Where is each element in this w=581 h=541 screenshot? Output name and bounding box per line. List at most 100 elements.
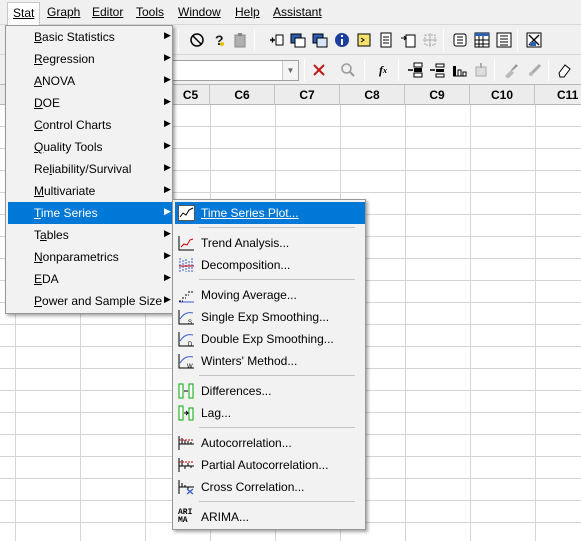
move-columns-icon[interactable] (472, 61, 490, 79)
close-graphs-icon[interactable] (525, 31, 543, 49)
toolbar-separator (304, 59, 305, 81)
show-session-icon[interactable] (495, 31, 513, 49)
submenu-arrow-icon: ▶ (164, 294, 171, 304)
ts-menu-item-time-series-plot[interactable]: Time Series Plot... (175, 202, 365, 224)
menu-window[interactable]: Window (177, 5, 222, 19)
ts-menu-item-double-exp-smoothing[interactable]: D Double Exp Smoothing... (175, 328, 365, 350)
toolbar-separator (443, 29, 444, 51)
set-id-icon[interactable] (526, 61, 544, 79)
worksheet-icon[interactable] (289, 31, 307, 49)
help-icon[interactable]: ? (210, 31, 228, 49)
column-header-c11[interactable]: C11 (535, 85, 581, 105)
stat-menu-item-doe[interactable]: DOE ▶ (8, 92, 172, 114)
column-selector-combo[interactable]: ▼ (172, 60, 299, 81)
submenu-arrow-icon: ▶ (164, 140, 171, 150)
menu-tools[interactable]: Tools (135, 5, 165, 19)
eraser-icon[interactable] (555, 61, 573, 79)
info-icon[interactable] (333, 31, 351, 49)
clipboard-icon[interactable] (231, 31, 249, 49)
menu-separator (199, 375, 355, 376)
trend-analysis-icon (178, 235, 195, 251)
report-pad-icon[interactable] (377, 31, 395, 49)
history-icon[interactable] (355, 31, 373, 49)
stat-menu-item-quality-tools[interactable]: Quality Tools ▶ (8, 136, 172, 158)
stat-menu-item-anova[interactable]: ANOVA ▶ (8, 70, 172, 92)
related-documents-icon[interactable] (399, 31, 417, 49)
submenu-arrow-icon: ▶ (164, 96, 171, 106)
stat-menu-item-multivariate[interactable]: Multivariate ▶ (8, 180, 172, 202)
show-graphs-icon[interactable] (451, 31, 469, 49)
toolbar-separator (494, 59, 495, 81)
stat-menu-item-time-series[interactable]: Time Series ▶ (8, 202, 172, 224)
session-window-icon[interactable] (267, 31, 285, 49)
toolbar-separator (254, 29, 255, 51)
column-header-c10[interactable]: C10 (470, 85, 535, 105)
toolbar-separator (548, 59, 549, 81)
differences-icon (178, 383, 195, 399)
toolbar-separator (178, 29, 179, 51)
toolbar-separator (398, 59, 399, 81)
menu-help[interactable]: Help (234, 5, 261, 19)
menu-editor[interactable]: Editor (91, 5, 124, 19)
stat-menu-item-tables[interactable]: Tables ▶ (8, 224, 172, 246)
decomposition-icon (178, 257, 195, 273)
stat-menu: Basic Statistics ▶ Regression ▶ ANOVA ▶ DOE… (5, 25, 173, 314)
ts-menu-item-partial-autocorrelation[interactable]: Partial Autocorrelation... (175, 454, 365, 476)
arima-icon: ARI MA (178, 508, 193, 525)
ts-menu-item-cross-correlation[interactable]: Cross Correlation... (175, 476, 365, 498)
project-manager-icon[interactable] (311, 31, 329, 49)
svg-text:D: D (188, 342, 193, 347)
submenu-arrow-icon: ▶ (164, 272, 171, 282)
column-header-c9[interactable]: C9 (405, 85, 470, 105)
chevron-down-icon[interactable]: ▼ (282, 61, 298, 80)
single-exp-smoothing-icon: S (178, 309, 195, 326)
ts-menu-item-trend-analysis[interactable]: Trend Analysis... (175, 232, 365, 254)
menu-separator (199, 427, 355, 428)
menu-stat[interactable]: Stat (7, 2, 41, 25)
calculator-icon[interactable]: fx (374, 61, 392, 79)
show-worksheets-icon[interactable] (473, 31, 491, 49)
brush-icon[interactable] (502, 61, 520, 79)
ts-menu-item-winters-method[interactable]: W Winters' Method... (175, 350, 365, 372)
insert-columns-icon[interactable] (428, 61, 446, 79)
partial-autocorrelation-icon (178, 457, 195, 473)
search-icon[interactable] (339, 61, 357, 79)
column-header-c5[interactable]: C5 (172, 85, 210, 105)
stat-menu-item-control-charts[interactable]: Control Charts ▶ (8, 114, 172, 136)
ts-menu-item-autocorrelation[interactable]: Autocorrelation... (175, 432, 365, 454)
toolbar-separator (364, 59, 365, 81)
svg-text:S: S (188, 320, 192, 325)
column-header-c8[interactable]: C8 (340, 85, 405, 105)
ts-menu-item-lag[interactable]: Lag... (175, 402, 365, 424)
stat-menu-item-nonparametrics[interactable]: Nonparametrics ▶ (8, 246, 172, 268)
ts-menu-item-decomposition[interactable]: Decomposition... (175, 254, 365, 276)
stat-menu-item-eda[interactable]: EDA ▶ (8, 268, 172, 290)
stat-menu-item-basic-statistics[interactable]: Basic Statistics ▶ (8, 26, 172, 48)
ts-menu-item-arima[interactable]: ARI MA ARIMA... (175, 506, 365, 528)
ts-menu-item-moving-average[interactable]: Moving Average... (175, 284, 365, 306)
stat-menu-item-reliability-survival[interactable]: Reliability/Survival ▶ (8, 158, 172, 180)
stat-menu-item-power-and-sample-size[interactable]: Power and Sample Size ▶ (8, 290, 172, 312)
submenu-arrow-icon: ▶ (164, 118, 171, 128)
ts-menu-item-single-exp-smoothing[interactable]: S Single Exp Smoothing... (175, 306, 365, 328)
column-header-c7[interactable]: C7 (275, 85, 340, 105)
submenu-arrow-icon: ▶ (164, 228, 171, 238)
graph-folder-icon[interactable] (421, 31, 439, 49)
menu-graph[interactable]: Graph (46, 5, 81, 19)
delete-icon[interactable] (310, 61, 328, 79)
stat-menu-item-regression[interactable]: Regression ▶ (8, 48, 172, 70)
cancel-icon[interactable] (188, 31, 206, 49)
submenu-arrow-icon: ▶ (164, 74, 171, 84)
moving-average-icon (178, 287, 195, 303)
double-exp-smoothing-icon: D (178, 331, 195, 348)
ts-menu-item-differences[interactable]: Differences... (175, 380, 365, 402)
insert-rows-icon[interactable] (406, 61, 424, 79)
insert-cells-icon[interactable] (450, 61, 468, 79)
column-header-c6[interactable]: C6 (210, 85, 275, 105)
submenu-arrow-icon: ▶ (164, 30, 171, 40)
menu-assistant[interactable]: Assistant (272, 5, 323, 19)
toolbar-separator (517, 29, 518, 51)
submenu-arrow-icon: ▶ (164, 184, 171, 194)
time-series-plot-icon (178, 205, 195, 221)
winters-method-icon: W (178, 353, 195, 370)
